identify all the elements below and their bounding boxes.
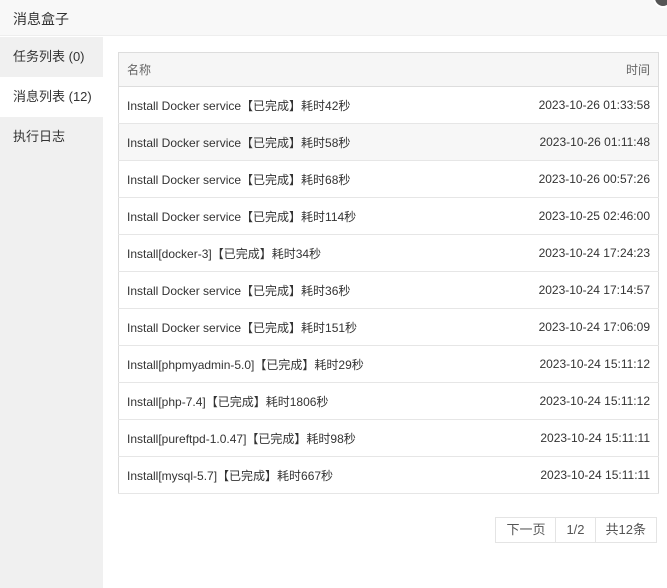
message-time: 2023-10-24 15:11:11 xyxy=(498,419,659,457)
main-content: 名称 时间 Install Docker service【已完成】耗时42秒 2… xyxy=(103,37,667,588)
table-row: Install[php-7.4]【已完成】耗时1806秒 2023-10-24 … xyxy=(118,382,659,420)
table-header-row: 名称 时间 xyxy=(118,52,659,87)
message-name: Install Docker service【已完成】耗时68秒 xyxy=(118,160,499,198)
message-name: Install[pureftpd-1.0.47]【已完成】耗时98秒 xyxy=(118,419,499,457)
message-name: Install Docker service【已完成】耗时58秒 xyxy=(118,123,499,161)
message-time: 2023-10-24 17:24:23 xyxy=(498,234,659,272)
sidebar-item-label: 消息列表 (12) xyxy=(13,89,92,104)
message-name: Install Docker service【已完成】耗时36秒 xyxy=(118,271,499,309)
table-row: Install Docker service【已完成】耗时42秒 2023-10… xyxy=(118,86,659,124)
table-row: Install[phpmyadmin-5.0]【已完成】耗时29秒 2023-1… xyxy=(118,345,659,383)
table-row: Install[docker-3]【已完成】耗时34秒 2023-10-24 1… xyxy=(118,234,659,272)
column-header-name: 名称 xyxy=(118,52,499,87)
table-row: Install Docker service【已完成】耗时114秒 2023-1… xyxy=(118,197,659,235)
sidebar-item-task-list[interactable]: 任务列表 (0) xyxy=(0,37,103,77)
total-count: 共12条 xyxy=(605,522,646,537)
dialog-titlebar: 消息盒子 xyxy=(0,0,667,36)
message-table: 名称 时间 Install Docker service【已完成】耗时42秒 2… xyxy=(118,52,659,494)
table-row: Install Docker service【已完成】耗时151秒 2023-1… xyxy=(118,308,659,346)
message-name: Install Docker service【已完成】耗时114秒 xyxy=(118,197,499,235)
table-row: Install Docker service【已完成】耗时36秒 2023-10… xyxy=(118,271,659,309)
message-time: 2023-10-26 01:33:58 xyxy=(498,86,659,124)
message-box-dialog: 消息盒子 任务列表 (0) 消息列表 (12) 执行日志 名称 时间 Insta… xyxy=(0,0,667,588)
message-time: 2023-10-26 00:57:26 xyxy=(498,160,659,198)
sidebar-item-label: 执行日志 xyxy=(13,129,66,144)
message-time: 2023-10-24 17:14:57 xyxy=(498,271,659,309)
message-name: Install Docker service【已完成】耗时42秒 xyxy=(118,86,499,124)
message-time: 2023-10-24 15:11:12 xyxy=(498,345,659,383)
next-page-button[interactable]: 下一页 xyxy=(496,518,557,542)
sidebar-item-execution-log[interactable]: 执行日志 xyxy=(0,117,103,157)
table-row: Install[pureftpd-1.0.47]【已完成】耗时98秒 2023-… xyxy=(118,419,659,457)
message-time: 2023-10-24 15:11:12 xyxy=(498,382,659,420)
message-time: 2023-10-25 02:46:00 xyxy=(498,197,659,235)
page-indicator: 1/2 xyxy=(556,518,596,542)
message-name: Install[mysql-5.7]【已完成】耗时667秒 xyxy=(118,456,499,494)
message-name: Install[php-7.4]【已完成】耗时1806秒 xyxy=(118,382,499,420)
sidebar-item-message-list[interactable]: 消息列表 (12) xyxy=(0,77,103,117)
message-time: 2023-10-24 17:06:09 xyxy=(498,308,659,346)
table-row: Install Docker service【已完成】耗时68秒 2023-10… xyxy=(118,160,659,198)
sidebar-item-label: 任务列表 (0) xyxy=(13,49,85,64)
table-row: Install[mysql-5.7]【已完成】耗时667秒 2023-10-24… xyxy=(118,456,659,494)
message-name: Install Docker service【已完成】耗时151秒 xyxy=(118,308,499,346)
message-time: 2023-10-24 15:11:11 xyxy=(498,456,659,494)
pagination: 下一页 1/2 共12条 xyxy=(495,517,657,543)
sidebar: 任务列表 (0) 消息列表 (12) 执行日志 xyxy=(0,37,103,588)
column-header-time: 时间 xyxy=(498,52,659,87)
message-name: Install[phpmyadmin-5.0]【已完成】耗时29秒 xyxy=(118,345,499,383)
table-row: Install Docker service【已完成】耗时58秒 2023-10… xyxy=(118,123,659,161)
message-time: 2023-10-26 01:11:48 xyxy=(498,123,659,161)
message-name: Install[docker-3]【已完成】耗时34秒 xyxy=(118,234,499,272)
dialog-title: 消息盒子 xyxy=(13,11,69,27)
